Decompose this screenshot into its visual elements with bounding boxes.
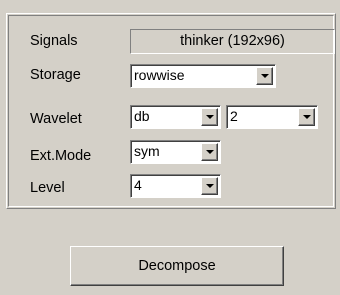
level-label: Level [30,180,65,196]
extmode-select[interactable]: sym [130,140,221,164]
storage-select[interactable]: rowwise [130,64,276,88]
chevron-down-icon[interactable] [256,67,273,85]
level-select[interactable]: 4 [130,174,221,198]
wavelet-label: Wavelet [30,111,82,127]
decompose-button[interactable]: Decompose [70,246,284,286]
extmode-label: Ext.Mode [30,148,92,164]
extmode-select-value: sym [134,143,160,159]
storage-select-value: rowwise [134,67,185,83]
wavelet-family-select[interactable]: db [130,105,221,129]
storage-label: Storage [30,67,81,83]
signals-label: Signals [30,33,78,49]
chevron-down-icon[interactable] [201,108,218,126]
wavelet-order-select[interactable]: 2 [226,105,318,129]
level-select-value: 4 [134,177,142,193]
signals-value-box: thinker (192x96) [130,29,335,54]
wavelet-family-value: db [134,108,150,124]
chevron-down-icon[interactable] [201,177,218,195]
wavelet-order-value: 2 [230,108,238,124]
chevron-down-icon[interactable] [201,143,218,161]
chevron-down-icon[interactable] [298,108,315,126]
